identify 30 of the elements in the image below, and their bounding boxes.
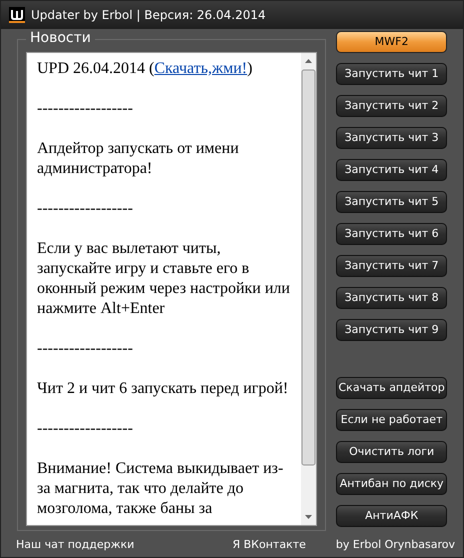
news-paragraph: ------------------: [37, 419, 134, 439]
tool-button[interactable]: Антибан по диску: [336, 473, 447, 495]
app-logo-icon: [9, 7, 25, 23]
launch-cheat-button[interactable]: Запустить чит 8: [336, 287, 447, 309]
news-paragraph: UPD 26.04.2014 (Скачать,жми!): [37, 59, 254, 79]
credit-text: by Erbol Orynbasarov: [336, 536, 455, 553]
launch-cheat-button[interactable]: Запустить чит 3: [336, 127, 447, 149]
news-paragraph: ------------------: [37, 99, 134, 119]
launch-cheat-button[interactable]: Запустить чит 2: [336, 95, 447, 117]
news-paragraph: Если у вас вылетают читы, запускайте игру и ставьте его в оконный режим через настройки или нажмите Alt+Enter: [37, 239, 291, 319]
launch-cheat-button[interactable]: Запустить чит 1: [336, 63, 447, 85]
window-title: Updater by Erbol | Версия: 26.04.2014: [31, 7, 266, 24]
launch-cheat-button[interactable]: Запустить чит 6: [336, 223, 447, 245]
launch-cheat-button[interactable]: Запустить чит 4: [336, 159, 447, 181]
launch-cheat-button[interactable]: Запустить чит 5: [336, 191, 447, 213]
tool-button[interactable]: Скачать апдейтор: [336, 377, 447, 399]
tool-button[interactable]: Если не работает: [336, 409, 447, 431]
news-paragraph: Апдейтор запускать от имени администратора!: [37, 139, 240, 179]
vk-link[interactable]: Я ВКонтакте: [232, 536, 306, 554]
tool-button[interactable]: Очистить логи: [336, 441, 447, 463]
news-paragraph: ------------------: [37, 339, 134, 359]
launch-cheat-button[interactable]: Запустить чит 7: [336, 255, 447, 277]
support-chat-link[interactable]: Наш чат поддержки: [16, 536, 134, 554]
news-paragraph: ------------------: [37, 199, 134, 219]
download-link[interactable]: Скачать,жми!: [154, 60, 248, 77]
news-paragraph: Внимание! Система выкидывает из-за магнита, так что делайте до мозголома, также баны за: [37, 459, 284, 519]
launch-cheat-button[interactable]: Запустить чит 9: [336, 319, 447, 341]
news-paragraph: Чит 2 и чит 6 запускать перед игрой!: [37, 379, 290, 399]
tool-button[interactable]: АнтиАФК: [336, 505, 447, 527]
game-select-button[interactable]: MWF2: [336, 31, 447, 53]
